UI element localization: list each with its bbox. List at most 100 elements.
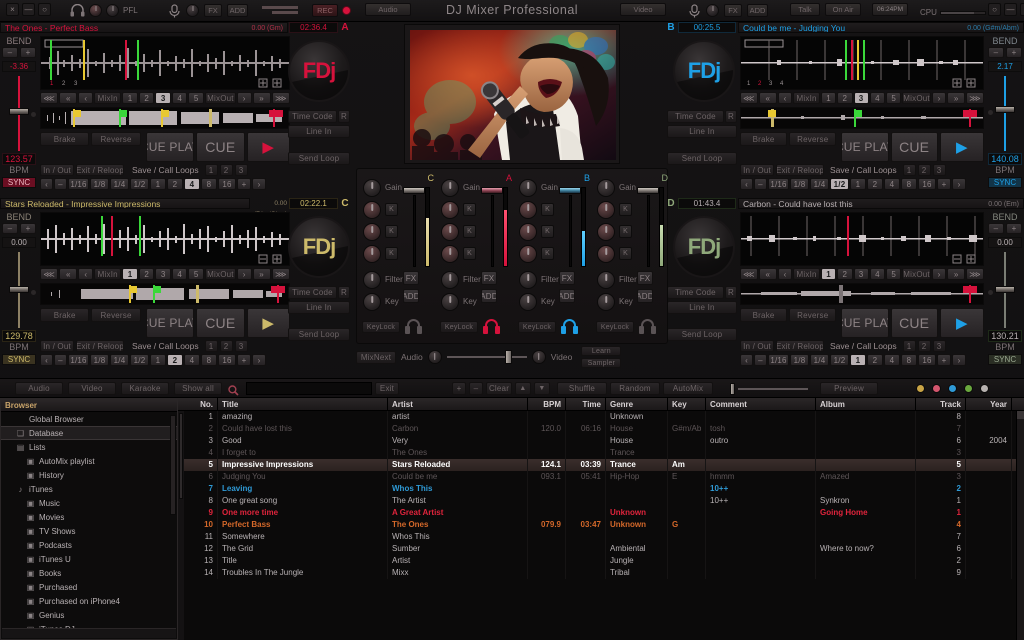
deck-a-timecode-button[interactable]: Time Code bbox=[288, 110, 337, 123]
deck-a-exit-reloop-button[interactable]: Exit / Reloop bbox=[76, 164, 124, 176]
mixer-c-fx-button[interactable]: FX bbox=[403, 271, 419, 285]
deck-c-loop-4[interactable]: 4 bbox=[184, 354, 200, 366]
deck-c-exit-reloop-button[interactable]: Exit / Reloop bbox=[76, 340, 124, 352]
color-dot-green[interactable] bbox=[964, 384, 973, 393]
track-column-header[interactable]: Album bbox=[816, 398, 916, 410]
deck-d-nav-prev[interactable]: ‹ bbox=[778, 268, 792, 280]
deck-b-nav-prev[interactable]: ‹ bbox=[778, 92, 792, 104]
deck-a-nav-prev[interactable]: ‹ bbox=[78, 92, 93, 104]
deck-b-loop-1-4[interactable]: 1/4 bbox=[810, 178, 829, 190]
deck-b-loop-4[interactable]: 4 bbox=[884, 178, 900, 190]
deck-c-cue-play-button[interactable]: CUE PLAY bbox=[146, 308, 194, 338]
mixer-d-low-knob[interactable] bbox=[597, 245, 615, 263]
deck-c-loop-next[interactable]: › bbox=[252, 354, 266, 366]
deck-d-timecode-button[interactable]: Time Code bbox=[667, 286, 724, 299]
deck-c-nav-prev[interactable]: ‹ bbox=[78, 268, 93, 280]
mic2-gain-knob[interactable] bbox=[706, 4, 719, 17]
maximize-icon[interactable]: ○ bbox=[38, 3, 51, 16]
deck-b-loop-16[interactable]: 16 bbox=[918, 178, 936, 190]
deck-b-timecode-button[interactable]: Time Code bbox=[667, 110, 724, 123]
mixer-d-mid-knob[interactable] bbox=[597, 223, 615, 241]
deck-d-loop-1-2[interactable]: 1/2 bbox=[830, 354, 849, 366]
deck-a-loop-plus[interactable]: + bbox=[237, 178, 251, 190]
color-dot-white[interactable] bbox=[980, 384, 989, 393]
deck-c-bend-minus[interactable]: – bbox=[2, 223, 18, 234]
mixer-b-key-knob[interactable] bbox=[519, 293, 537, 311]
deck-d-jog-wheel[interactable]: FDj bbox=[673, 216, 735, 278]
deck-c-timecode-button[interactable]: Time Code bbox=[288, 286, 337, 299]
deck-c-waveform-zoom[interactable] bbox=[40, 212, 290, 266]
rec-button[interactable]: REC bbox=[312, 4, 338, 17]
playlist-add-button[interactable]: + bbox=[452, 382, 466, 395]
deck-c-linein-button[interactable]: Line In bbox=[288, 301, 350, 314]
video-tab[interactable]: Video bbox=[620, 3, 666, 18]
mic2-fx-button[interactable]: FX bbox=[724, 4, 742, 17]
deck-b-brake-button[interactable]: Brake bbox=[740, 132, 787, 146]
deck-a-cue-button[interactable]: CUE bbox=[196, 132, 244, 162]
mixer-c-volume-fader[interactable] bbox=[413, 195, 416, 267]
deck-d-nav-rewind[interactable]: « bbox=[759, 268, 777, 280]
deck-d-exit-reloop-button[interactable]: Exit / Reloop bbox=[776, 340, 824, 352]
mixer-c-keylock-button[interactable]: KeyLock bbox=[362, 321, 400, 333]
deck-b-nav-rewind[interactable]: « bbox=[759, 92, 777, 104]
deck-c-sync-button[interactable]: SYNC bbox=[2, 354, 36, 365]
deck-c-nav-rewind-fast[interactable]: ⋘ bbox=[40, 268, 58, 280]
table-row[interactable]: 10Perfect BassThe Ones079.903:47UnknownG… bbox=[178, 519, 1024, 531]
deck-c-cue-button[interactable]: CUE bbox=[196, 308, 244, 338]
deck-b-loop-1-2[interactable]: 1/2 bbox=[830, 178, 849, 190]
mixer-d-low-kill-button[interactable]: K bbox=[619, 247, 632, 260]
track-column-header[interactable]: Key bbox=[668, 398, 706, 410]
minimize-2-icon[interactable]: — bbox=[1004, 3, 1017, 16]
playlist-remove-button[interactable]: – bbox=[469, 382, 483, 395]
mixer-d-high-kill-button[interactable]: K bbox=[619, 203, 632, 216]
deck-d-reverse-button[interactable]: Reverse bbox=[789, 308, 836, 322]
mixer-c-mid-kill-button[interactable]: K bbox=[385, 225, 398, 238]
browser-tree-item[interactable]: ▣TV Shows bbox=[1, 524, 177, 538]
deck-b-cue-4[interactable]: 4 bbox=[870, 92, 885, 104]
deck-c-loop-1-8[interactable]: 1/8 bbox=[90, 354, 109, 366]
deck-b-loop-prev[interactable]: ‹ bbox=[740, 178, 753, 190]
mixer-c-filter-knob[interactable] bbox=[363, 271, 381, 289]
deck-a-bend-minus[interactable]: – bbox=[2, 47, 18, 58]
deck-d-waveform-overview[interactable] bbox=[740, 283, 984, 305]
close-2-icon[interactable]: × bbox=[1020, 3, 1024, 16]
sampler-button[interactable]: Sampler bbox=[581, 358, 621, 368]
deck-c-timecode-r-button[interactable]: R bbox=[338, 286, 350, 299]
playlist-clear-button[interactable]: Clear bbox=[486, 382, 512, 395]
mixer-a-headphone-cue-icon[interactable] bbox=[483, 319, 500, 334]
deck-b-cue-2[interactable]: 2 bbox=[837, 92, 852, 104]
mixer-b-headphone-cue-icon[interactable] bbox=[561, 319, 578, 334]
deck-b-nav-next[interactable]: › bbox=[932, 92, 946, 104]
deck-a-timecode-r-button[interactable]: R bbox=[338, 110, 350, 123]
deck-b-bend-minus[interactable]: – bbox=[988, 47, 1004, 58]
browser-tree-item[interactable]: ▣Purchased on iPhone4 bbox=[1, 594, 177, 608]
mixer-c-fader-cap[interactable] bbox=[403, 187, 425, 194]
deck-d-cue-play-button[interactable]: CUE PLAY bbox=[841, 308, 888, 338]
deck-b-mixin-button[interactable]: MixIn bbox=[793, 92, 820, 104]
mic-gain-knob[interactable] bbox=[186, 4, 199, 17]
deck-c-cue-4[interactable]: 4 bbox=[172, 268, 188, 280]
table-row[interactable]: 6Judging YouCould be me093.105:41Hip-Hop… bbox=[178, 471, 1024, 483]
mixer-c-add-button[interactable]: ADD bbox=[403, 289, 419, 303]
deck-c-loop-1[interactable]: 1 bbox=[150, 354, 166, 366]
deck-a-loop-2[interactable]: 2 bbox=[167, 178, 183, 190]
deck-d-loop-1[interactable]: 1 bbox=[850, 354, 866, 366]
deck-d-nav-forward-fast[interactable]: ⋙ bbox=[966, 268, 984, 280]
mixer-c-mid-knob[interactable] bbox=[363, 223, 381, 241]
deck-c-nav-next[interactable]: › bbox=[237, 268, 252, 280]
deck-d-cue-5[interactable]: 5 bbox=[886, 268, 901, 280]
cue-volume-knob[interactable] bbox=[106, 4, 119, 17]
search-input[interactable] bbox=[246, 382, 372, 395]
mic-fx-button[interactable]: FX bbox=[204, 4, 222, 17]
deck-c-loop-off[interactable]: – bbox=[54, 354, 67, 366]
deck-b-loop-slot-1[interactable]: 1 bbox=[903, 164, 916, 176]
deck-d-loop-1-16[interactable]: 1/16 bbox=[768, 354, 789, 366]
mixer-a-low-kill-button[interactable]: K bbox=[463, 247, 476, 260]
learn-button[interactable]: Learn bbox=[581, 346, 621, 356]
deck-a-in-out-button[interactable]: In / Out bbox=[40, 164, 74, 176]
deck-a-waveform-overview[interactable]: 1 bbox=[40, 107, 290, 129]
deck-c-loop-prev[interactable]: ‹ bbox=[40, 354, 53, 366]
deck-b-loop-8[interactable]: 8 bbox=[901, 178, 917, 190]
deck-d-nav-rewind-fast[interactable]: ⋘ bbox=[740, 268, 758, 280]
deck-c-loop-slot-3[interactable]: 3 bbox=[235, 340, 248, 352]
